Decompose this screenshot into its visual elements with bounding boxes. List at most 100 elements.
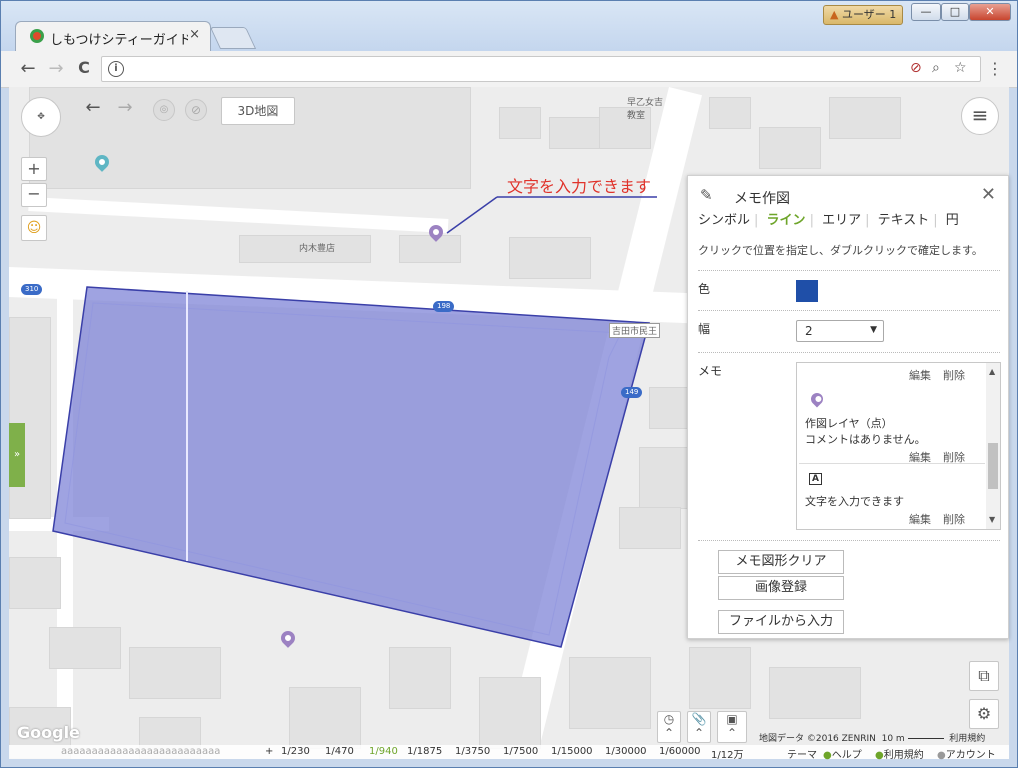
help-icon: ● [823, 750, 832, 761]
memo-edit-link[interactable]: 編集 [909, 511, 931, 527]
memo-layer-name: 作図レイヤ（点） [805, 417, 893, 430]
memo-list[interactable]: 編集 削除 作図レイヤ（点） コメントはありません。 編集 削除 A 文字を入力… [796, 362, 1001, 530]
scale-option[interactable]: 1/1875 [407, 746, 442, 757]
map-label-facility: 早乙女吉 教室 [627, 98, 664, 121]
scale-option[interactable]: 1/30000 [605, 746, 647, 757]
browser-menu-icon[interactable]: ⋮ [987, 59, 1003, 78]
panel-close-icon[interactable]: ✕ [981, 184, 996, 205]
history-clock-icon[interactable]: ◷ ⌃ [657, 711, 681, 743]
scale-option[interactable]: 1/3750 [455, 746, 490, 757]
memo-text-content: 文字を入力できます [805, 495, 904, 508]
reload-button[interactable]: C [73, 58, 95, 77]
account-label: アカウント [945, 750, 996, 761]
title-bar: しもつけシティーガイド × ▲ ユーザー 1 — □ ✕ [1, 1, 1017, 51]
no-entry-icon[interactable]: ⊘ [185, 99, 207, 121]
street-view-pegman-icon[interactable]: ☺ [21, 215, 47, 241]
scroll-up-icon[interactable]: ▲ [989, 367, 995, 376]
account-icon: ● [937, 750, 946, 761]
user-profile-badge[interactable]: ▲ ユーザー 1 [823, 5, 904, 25]
tab-circle[interactable]: 円 [946, 213, 959, 228]
annotation-leader-line [446, 196, 498, 234]
hamburger-menu-icon[interactable]: ≡ [961, 97, 999, 135]
close-window-button[interactable]: ✕ [969, 3, 1011, 21]
width-select[interactable]: 2 ▼ [796, 320, 884, 342]
scale-plus-button[interactable]: + [265, 746, 273, 757]
zoom-icon[interactable]: ⌕ [932, 60, 940, 76]
tab-symbol[interactable]: シンボル [698, 213, 750, 228]
tab-line[interactable]: ライン [767, 213, 806, 228]
attachment-clip-icon[interactable]: 📎 ⌃ [687, 711, 711, 743]
site-info-icon[interactable]: i [108, 61, 124, 77]
tab-title: しもつけシティーガイド [50, 33, 188, 48]
theme-link[interactable]: テーマ [787, 746, 817, 761]
tab-close-icon[interactable]: × [189, 27, 200, 42]
route-badge-310: 310 [21, 284, 43, 295]
address-bar[interactable]: i ⊘ ⌕ ☆ [101, 56, 981, 82]
zoom-out-button[interactable]: − [21, 183, 47, 207]
panel-title: メモ作図 [734, 191, 790, 207]
memo-delete-link[interactable]: 削除 [943, 367, 965, 383]
memo-delete-link[interactable]: 削除 [943, 511, 965, 527]
scale-bar-line [907, 738, 944, 739]
chevron-down-icon: ▼ [870, 325, 877, 335]
scale-option[interactable]: 1/7500 [503, 746, 538, 757]
footer-placeholder-text: aaaaaaaaaaaaaaaaaaaaaaaaaa [61, 746, 221, 757]
zoom-in-button[interactable]: + [21, 157, 47, 181]
redo-arrow-button[interactable]: → [113, 97, 137, 119]
3d-map-button[interactable]: 3D地図 [221, 97, 295, 125]
tab-area[interactable]: エリア [822, 213, 861, 228]
tab-separator: | [865, 213, 870, 228]
scale-option[interactable]: 1/15000 [551, 746, 593, 757]
map-annotation-text[interactable]: 文字を入力できます [507, 173, 651, 197]
layer-toggle-icon[interactable]: ◎ [153, 99, 175, 121]
warning-icon: ▲ [830, 8, 839, 21]
scale-option-active[interactable]: 1/940 [369, 746, 398, 757]
undo-arrow-button[interactable]: ← [81, 97, 105, 119]
map-attribution: 地図データ ©2016 ZENRIN 10 m 利用規約 [759, 731, 985, 744]
tab-text[interactable]: テキスト [878, 213, 930, 228]
tab-separator: | [809, 213, 814, 228]
user-profile-label: ユーザー 1 [841, 8, 897, 21]
route-badge-149: 149 [621, 387, 643, 398]
color-swatch[interactable] [796, 280, 818, 302]
scale-selector-bar: aaaaaaaaaaaaaaaaaaaaaaaaaa + 1/230 1/470… [9, 745, 1009, 761]
minimize-button[interactable]: — [911, 3, 941, 21]
clear-memo-shapes-button[interactable]: メモ図形クリア [718, 550, 844, 574]
tos-link[interactable]: ●利用規約 [875, 746, 924, 761]
settings-gear-icon[interactable]: ⚙ [969, 699, 999, 729]
scale-option[interactable]: 1/12万 [711, 746, 743, 761]
drawn-area-polygon[interactable] [52, 286, 650, 648]
scroll-down-icon[interactable]: ▼ [989, 515, 995, 524]
tos-icon: ● [875, 750, 884, 761]
scale-option[interactable]: 1/60000 [659, 746, 701, 757]
blocked-content-icon[interactable]: ⊘ [910, 60, 922, 76]
maximize-button[interactable]: □ [941, 3, 969, 21]
sidebar-toggle-button[interactable]: » [9, 423, 25, 487]
new-tab-button[interactable] [209, 27, 257, 49]
import-from-file-button[interactable]: ファイルから入力 [718, 610, 844, 634]
scrollbar-thumb[interactable] [988, 443, 998, 489]
terms-link[interactable]: 利用規約 [949, 734, 985, 744]
help-label: ヘルプ [831, 750, 862, 761]
pan-control[interactable]: ✥ [21, 97, 61, 137]
help-link[interactable]: ●ヘルプ [823, 746, 862, 761]
memo-scrollbar[interactable]: ▲ ▼ [986, 363, 1000, 529]
attribution-text: 地図データ ©2016 ZENRIN [759, 734, 876, 744]
scale-option[interactable]: 1/470 [325, 746, 354, 757]
bookmark-star-icon[interactable]: ☆ [954, 60, 967, 76]
divider [698, 310, 1000, 311]
back-button[interactable]: ← [17, 58, 39, 79]
forward-button[interactable]: → [45, 58, 67, 79]
color-label: 色 [698, 282, 711, 296]
map-label-store: 内木豊店 [299, 244, 336, 254]
memo-edit-link[interactable]: 編集 [909, 367, 931, 383]
account-link[interactable]: ●アカウント [937, 746, 996, 761]
divider [698, 540, 1000, 541]
browser-tab[interactable]: しもつけシティーガイド × [15, 21, 211, 51]
tab-separator: | [754, 213, 759, 228]
copy-layers-icon[interactable]: ⧉ [969, 661, 999, 691]
scale-option[interactable]: 1/230 [281, 746, 310, 757]
memo-pin-icon [808, 390, 826, 408]
aerial-photo-icon[interactable]: ▣ ⌃ [717, 711, 747, 743]
register-image-button[interactable]: 画像登録 [718, 576, 844, 600]
